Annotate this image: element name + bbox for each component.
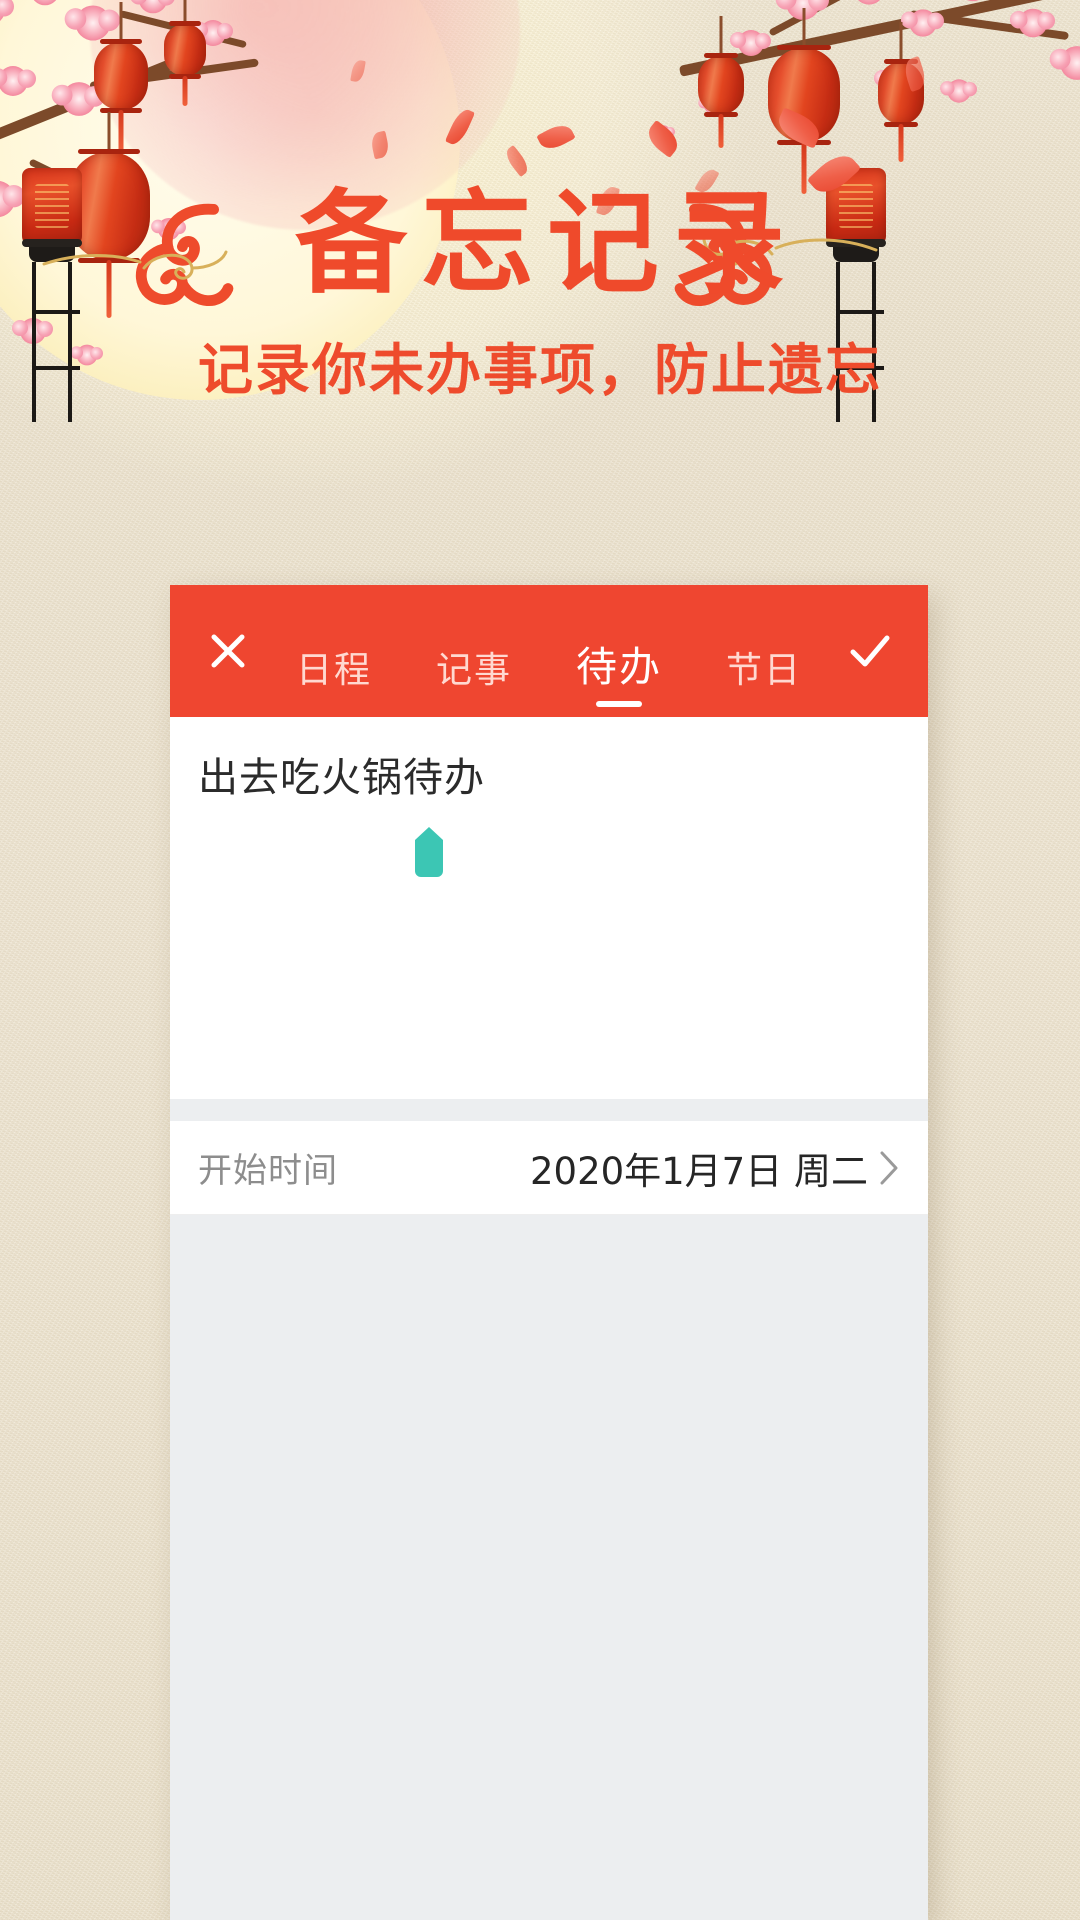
tab-label: 节日 xyxy=(725,650,802,691)
start-time-label: 开始时间 xyxy=(198,1151,338,1191)
note-text-input[interactable]: 出去吃火锅待办 xyxy=(198,751,900,805)
empty-content-area xyxy=(170,1215,928,1915)
tab-list: 日程 记事 待办 节日 xyxy=(260,585,838,717)
section-divider xyxy=(170,1099,928,1121)
start-time-value-group[interactable]: 2020年1月7日 周二 xyxy=(530,1141,900,1195)
page-title: 备忘记录 xyxy=(295,179,799,309)
lantern-decoration xyxy=(94,2,148,152)
tab-label: 记事 xyxy=(435,650,512,691)
start-time-row[interactable]: 开始时间 2020年1月7日 周二 xyxy=(170,1121,928,1215)
tab-label: 待办 xyxy=(575,643,662,691)
tab-underline xyxy=(595,701,642,707)
tab-notes[interactable]: 记事 xyxy=(436,591,512,717)
note-editor[interactable]: 出去吃火锅待办 xyxy=(170,717,928,1099)
start-time-value: 2020年1月7日 周二 xyxy=(529,1149,868,1193)
lantern-decoration xyxy=(164,0,206,106)
close-icon xyxy=(211,634,245,668)
chevron-right-icon xyxy=(880,1151,898,1184)
tab-schedule[interactable]: 日程 xyxy=(296,591,372,717)
top-tab-bar: 日程 记事 待办 节日 xyxy=(170,585,928,717)
tab-holiday[interactable]: 节日 xyxy=(726,591,802,717)
confirm-button[interactable] xyxy=(838,619,902,683)
page-subtitle: 记录你未办事项，防止遗忘 xyxy=(197,338,882,402)
app-screen-card: 日程 记事 待办 节日 出去吃火锅待办 开始时间 2020年1月7日 周二 xyxy=(170,585,928,1920)
tab-label: 日程 xyxy=(295,650,372,691)
check-icon xyxy=(850,635,890,667)
text-cursor-handle-icon[interactable] xyxy=(415,827,443,877)
lantern-decoration xyxy=(698,16,744,148)
close-button[interactable] xyxy=(196,619,260,683)
tab-todo[interactable]: 待办 xyxy=(576,585,662,717)
